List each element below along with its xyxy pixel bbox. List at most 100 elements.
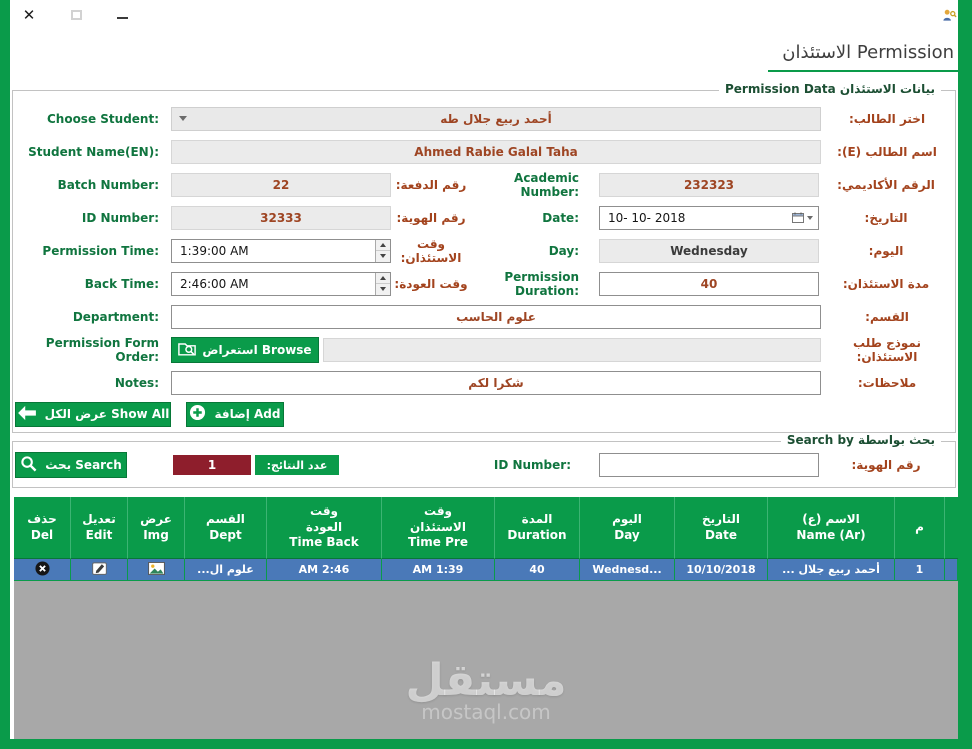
student-name-label-ar: اسم الطالب (E): (837, 144, 937, 159)
image-icon (147, 561, 165, 578)
show-all-button[interactable]: عرض الكل Show All (15, 401, 171, 427)
watermark: مستقل mostaql.com (14, 655, 958, 724)
window-border-left (0, 0, 10, 749)
academic-number-label-en: Academic Number: (514, 170, 579, 199)
choose-student-select[interactable]: أحمد ربيع جلال طه (171, 106, 821, 131)
back-time-value: 2:46:00 AM (180, 276, 249, 291)
row-header-strip (945, 497, 958, 559)
time-day-row: Permission Time: 1:39:00 AM وقت الاستئذا… (13, 234, 955, 267)
choose-student-row: Choose Student: أحمد ربيع جلال طه اختر ا… (13, 102, 955, 135)
calendar-icon[interactable] (792, 212, 818, 223)
search-button-label: بحث Search (45, 458, 122, 472)
app-icon (942, 8, 957, 23)
academic-number-field: 232323 (599, 172, 819, 197)
delete-row-button[interactable] (14, 559, 71, 581)
window-border-right (958, 0, 972, 749)
spinner-down-icon[interactable] (376, 284, 390, 295)
id-number-label-ar: رقم الهوية: (396, 210, 466, 225)
row-selector-strip[interactable] (945, 559, 958, 581)
department-row: Department: علوم الحاسب القسم: (13, 300, 955, 333)
search-id-input[interactable] (599, 453, 819, 477)
spinner-down-icon[interactable] (376, 251, 390, 262)
choose-student-value: أحمد ربيع جلال طه (440, 111, 552, 126)
column-header-index[interactable]: م (895, 497, 945, 559)
permission-duration-label-ar: مدة الاستئذان: (842, 276, 930, 291)
back-time-spinner[interactable] (375, 272, 390, 295)
search-icon (20, 455, 37, 475)
column-header-time-pre[interactable]: وقت الاستئذان Time Pre (382, 497, 495, 559)
column-header-time-back[interactable]: وقت العودة Time Back (267, 497, 382, 559)
search-group: Search by بحث بواسطة بحث Search 1 عدد ال… (12, 433, 956, 488)
student-name-label-en: Student Name(EN): (28, 144, 159, 159)
back-time-label-ar: وقت العودة: (394, 276, 468, 291)
cell-time-pre: AM 1:39 (382, 559, 495, 581)
id-number-label-en: ID Number: (81, 210, 159, 225)
spinner-up-icon[interactable] (376, 239, 390, 251)
department-label-en: Department: (72, 309, 159, 324)
academic-number-label-ar: الرقم الأكاديمي: (837, 177, 935, 192)
search-id-label-en: ID Number: (493, 458, 571, 472)
notes-row: Notes: شكرا لكم ملاحظات: (13, 366, 955, 399)
chevron-down-icon (172, 116, 194, 121)
notes-label-en: Notes: (114, 375, 159, 390)
column-header-edit[interactable]: تعديل Edit (71, 497, 128, 559)
batch-number-label-ar: رقم الدفعة: (395, 177, 467, 192)
edit-pencil-icon (91, 561, 107, 578)
permission-form-label-en: Permission Form Order: (45, 335, 159, 364)
edit-row-button[interactable] (71, 559, 128, 581)
cell-dept: علوم ال... (185, 559, 267, 581)
close-button[interactable]: ✕ (16, 6, 42, 24)
watermark-subtitle: mostaql.com (421, 700, 551, 724)
student-name-row: Student Name(EN): Ahmed Rabie Galal Taha… (13, 135, 955, 168)
cell-time-back: AM 2:46 (267, 559, 382, 581)
permission-time-label-en: Permission Time: (42, 243, 159, 258)
column-header-name-ar[interactable]: الاسم (ع) Name (Ar) (768, 497, 895, 559)
search-group-title: Search by بحث بواسطة (780, 433, 941, 447)
back-time-field[interactable]: 2:46:00 AM (171, 271, 391, 296)
date-field[interactable]: 10- 10- 2018 (599, 205, 819, 230)
choose-student-label-en: Choose Student: (46, 111, 159, 126)
form-actions-row: عرض الكل Show All إضافة Add (13, 399, 955, 429)
column-header-dept[interactable]: القسم Dept (185, 497, 267, 559)
permission-duration-field[interactable]: 40 (599, 271, 819, 296)
search-row: بحث Search 1 عدد النتائج: ID Number: رقم… (13, 452, 955, 478)
permission-form-row: Permission Form Order: استعراض Browse نم… (13, 333, 955, 366)
add-button-label: إضافة Add (214, 407, 281, 421)
batch-number-label-en: Batch Number: (57, 177, 159, 192)
maximize-button[interactable] (66, 10, 86, 20)
folder-search-icon (178, 341, 197, 359)
column-header-img[interactable]: عرض Img (128, 497, 185, 559)
spinner-up-icon[interactable] (376, 272, 390, 284)
browse-button[interactable]: استعراض Browse (171, 336, 319, 363)
date-label-en: Date: (542, 210, 579, 225)
minimize-button[interactable] (112, 11, 132, 19)
title-underline (768, 70, 958, 72)
cell-day: Wednesd... (580, 559, 675, 581)
table-header-row: حذف Del تعديل Edit عرض Img القسم Dept وقت ال… (14, 497, 958, 559)
column-header-date[interactable]: التاريخ Date (675, 497, 768, 559)
watermark-title: مستقل (405, 655, 567, 706)
department-field[interactable]: علوم الحاسب (171, 304, 821, 329)
column-header-day[interactable]: اليوم Day (580, 497, 675, 559)
search-button[interactable]: بحث Search (15, 452, 127, 478)
circle-x-icon (34, 560, 50, 579)
id-date-row: ID Number: 32333 رقم الهوية: Date: 10- 1… (13, 201, 955, 234)
choose-student-label-ar: اختر الطالب: (848, 111, 926, 126)
table-row[interactable]: علوم ال... AM 2:46 AM 1:39 40 Wednesd...… (14, 559, 958, 581)
minimize-icon (116, 17, 128, 19)
results-count-label: عدد النتائج: (255, 455, 339, 475)
date-label-ar: التاريخ: (864, 210, 908, 225)
permission-time-field[interactable]: 1:39:00 AM (171, 238, 391, 263)
cell-duration: 40 (495, 559, 580, 581)
permission-time-spinner[interactable] (375, 239, 390, 262)
add-button[interactable]: إضافة Add (186, 401, 284, 427)
batch-academic-row: Batch Number: 22 رقم الدفعة: Academic Nu… (13, 168, 955, 201)
cell-index: 1 (895, 559, 945, 581)
column-header-del[interactable]: حذف Del (14, 497, 71, 559)
view-image-button[interactable] (128, 559, 185, 581)
id-number-field: 32333 (171, 205, 391, 230)
column-header-duration[interactable]: المدة Duration (495, 497, 580, 559)
notes-field[interactable]: شكرا لكم (171, 370, 821, 395)
permission-time-label-ar: وقت الاستئذان: (400, 236, 462, 265)
window-border-bottom (0, 739, 972, 749)
